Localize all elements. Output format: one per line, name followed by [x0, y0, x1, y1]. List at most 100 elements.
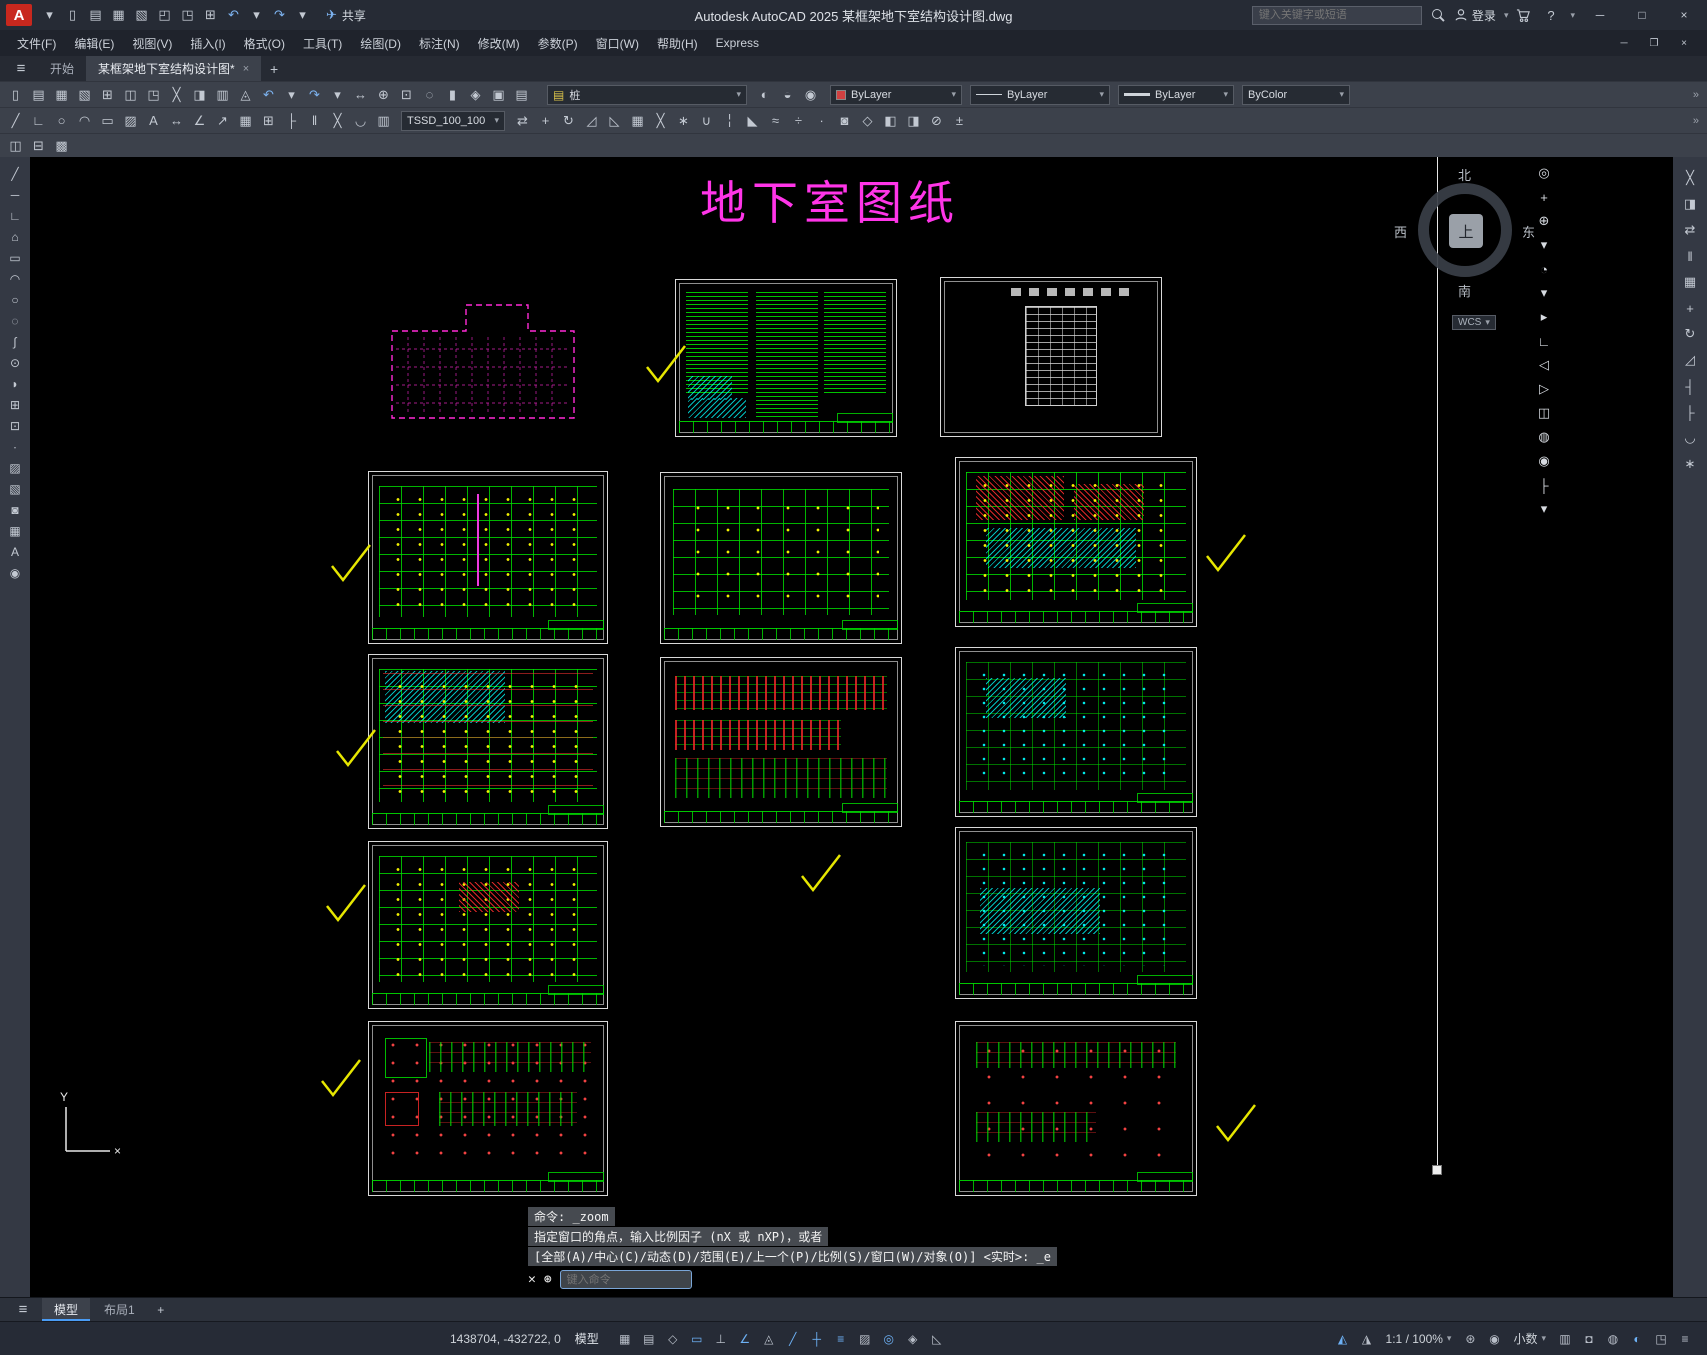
search-icon[interactable]: [1430, 7, 1446, 23]
redo-dropdown-icon[interactable]: ▾: [326, 84, 349, 106]
scale-icon[interactable]: ◿: [580, 110, 603, 132]
table-icon[interactable]: ▦: [3, 520, 27, 541]
new-icon[interactable]: ▯: [61, 4, 84, 26]
zoom-extents-icon[interactable]: ⊕: [1531, 209, 1557, 233]
dwg-compare-icon[interactable]: ⊟: [27, 135, 50, 157]
layer-off-icon[interactable]: ◐: [753, 84, 776, 106]
open-icon[interactable]: ▤: [27, 84, 50, 106]
maximize-button[interactable]: □: [1625, 1, 1659, 29]
view-forward-icon[interactable]: ▷: [1531, 377, 1557, 401]
cart-icon[interactable]: [1516, 8, 1531, 23]
object-snap-icon[interactable]: ┼: [805, 1328, 829, 1350]
signin-button[interactable]: 登录: [1454, 7, 1496, 24]
qat-menu-icon[interactable]: ▾: [38, 4, 61, 26]
rectangle-icon[interactable]: ▭: [3, 247, 27, 268]
point-style-icon[interactable]: ◉: [3, 562, 27, 583]
ellipse-arc-icon[interactable]: ◗: [3, 373, 27, 394]
plot-preview-icon[interactable]: ◫: [119, 84, 142, 106]
menu-item[interactable]: 文件(F): [8, 30, 65, 56]
scale-icon[interactable]: ◿: [1677, 347, 1703, 373]
check-mark-annotation[interactable]: [645, 343, 689, 387]
sheet-foundation-plan[interactable]: [660, 472, 902, 644]
check-mark-annotation[interactable]: [330, 542, 374, 586]
save-as-icon[interactable]: ▧: [73, 84, 96, 106]
insert-block-icon[interactable]: ⊞: [257, 110, 280, 132]
ellipse-icon[interactable]: ⊙: [3, 352, 27, 373]
nav-wheel-icon[interactable]: ◎: [1531, 161, 1557, 185]
copy-icon[interactable]: ◨: [1677, 191, 1703, 217]
circle-icon[interactable]: ○: [3, 289, 27, 310]
redo-icon[interactable]: ↷: [268, 4, 291, 26]
steering-icon[interactable]: ◍: [1531, 425, 1557, 449]
open-from-web-icon[interactable]: ◰: [153, 4, 176, 26]
layer-lock-icon[interactable]: ◉: [799, 84, 822, 106]
sheet-column-details[interactable]: [660, 657, 902, 827]
tab-layout1[interactable]: 布局1: [92, 1298, 147, 1321]
nav-menu-icon[interactable]: ▾: [1531, 497, 1557, 521]
units-dropdown[interactable]: 小数 ▾: [1506, 1330, 1553, 1347]
menu-item[interactable]: 帮助(H): [648, 30, 707, 56]
quick-properties-icon[interactable]: ▥: [1553, 1328, 1577, 1350]
circle-icon[interactable]: ○: [50, 110, 73, 132]
leader-icon[interactable]: ↗: [211, 110, 234, 132]
menu-item[interactable]: 修改(M): [469, 30, 529, 56]
sheet-slab-plan-1[interactable]: [955, 457, 1197, 627]
ungroup-icon[interactable]: ◨: [902, 110, 925, 132]
annotation-monitor-icon[interactable]: ◉: [1482, 1328, 1506, 1350]
wcs-selector[interactable]: WCS ▾: [1452, 315, 1496, 330]
new-layout-button[interactable]: +: [149, 1303, 173, 1317]
3d-object-snap-icon[interactable]: ◈: [901, 1328, 925, 1350]
offset-icon[interactable]: ‖: [1677, 243, 1703, 269]
sheet-slab-plan-3[interactable]: [955, 827, 1197, 999]
show-motion-icon[interactable]: ▸: [1531, 305, 1557, 329]
menu-item[interactable]: 视图(V): [123, 30, 181, 56]
infer-constraints-icon[interactable]: ◇: [661, 1328, 685, 1350]
fillet-icon[interactable]: ◡: [1677, 425, 1703, 451]
menu-item[interactable]: 编辑(E): [65, 30, 123, 56]
multiline-text-icon[interactable]: A: [3, 541, 27, 562]
tool-palettes-icon[interactable]: ▣: [487, 84, 510, 106]
join-icon[interactable]: ∪: [695, 110, 718, 132]
isometric-drafting-icon[interactable]: ◬: [757, 1328, 781, 1350]
search-input[interactable]: [1251, 5, 1422, 25]
measure-icon[interactable]: ├: [1531, 473, 1557, 497]
save-to-web-icon[interactable]: ◳: [176, 4, 199, 26]
sheet-beam-plan-1[interactable]: [368, 654, 608, 829]
help-caret-icon[interactable]: ▾: [1570, 10, 1575, 21]
command-close-icon[interactable]: ✕: [528, 1272, 536, 1287]
tssd-style-dropdown[interactable]: TSSD_100_100 ▾: [401, 110, 505, 131]
menu-item[interactable]: Express: [707, 30, 768, 56]
save-as-icon[interactable]: ▧: [130, 4, 153, 26]
divide-icon[interactable]: ÷: [787, 110, 810, 132]
purge-icon[interactable]: ⊘: [925, 110, 948, 132]
tab-model[interactable]: 模型: [42, 1298, 91, 1321]
selection-cycling-icon[interactable]: ◎: [877, 1328, 901, 1350]
rotate-icon[interactable]: ↻: [1677, 321, 1703, 347]
orbit-icon[interactable]: ◔: [1531, 257, 1557, 281]
clean-screen-icon[interactable]: ◳: [1649, 1328, 1673, 1350]
rectangle-icon[interactable]: ▭: [96, 110, 119, 132]
sheet-details-2[interactable]: [955, 1021, 1197, 1196]
trim-icon[interactable]: ╳: [326, 110, 349, 132]
sheet-pile-plan[interactable]: [368, 471, 608, 644]
rotate-icon[interactable]: ↻: [557, 110, 580, 132]
grid-icon[interactable]: ▦: [613, 1328, 637, 1350]
zoom-previous-icon[interactable]: ◌: [418, 84, 441, 106]
make-block-icon[interactable]: ⊡: [3, 415, 27, 436]
spline-icon[interactable]: ∫: [3, 331, 27, 352]
open-icon[interactable]: ▤: [84, 4, 107, 26]
command-customize-icon[interactable]: ⊛: [544, 1272, 552, 1287]
pan-icon[interactable]: ↔: [349, 84, 372, 106]
text-icon[interactable]: A: [142, 110, 165, 132]
save-icon[interactable]: ▦: [107, 4, 130, 26]
stretch-icon[interactable]: ◺: [603, 110, 626, 132]
isolate-objects-icon[interactable]: ◍: [1601, 1328, 1625, 1350]
polar-tracking-icon[interactable]: ∠: [733, 1328, 757, 1350]
layer-control-icon[interactable]: ▥: [372, 110, 395, 132]
tab-close-icon[interactable]: ×: [243, 63, 249, 75]
designcenter-icon[interactable]: ◈: [464, 84, 487, 106]
camera-icon[interactable]: ◉: [1531, 449, 1557, 473]
menu-item[interactable]: 格式(O): [235, 30, 294, 56]
redo-icon[interactable]: ↷: [303, 84, 326, 106]
viewcube-top-face[interactable]: 上: [1449, 214, 1483, 248]
